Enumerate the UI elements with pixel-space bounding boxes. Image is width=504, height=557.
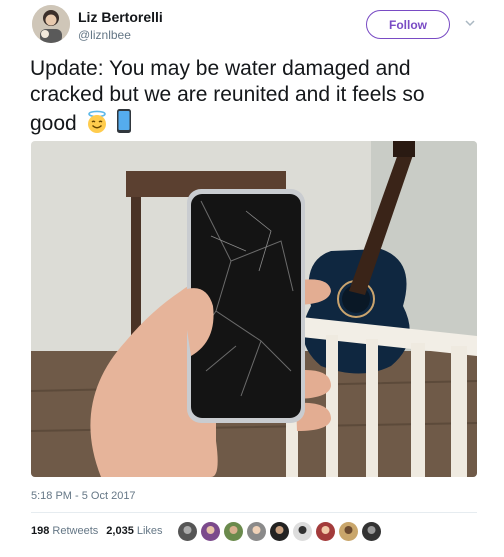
user-handle[interactable]: @liznlbee [78, 28, 131, 42]
follow-button[interactable]: Follow [366, 10, 450, 39]
liker-avatar[interactable] [178, 522, 197, 541]
likes-stat[interactable]: 2,035 Likes [106, 525, 162, 537]
liker-avatar[interactable] [362, 522, 381, 541]
liker-avatar[interactable] [247, 522, 266, 541]
divider [31, 512, 477, 513]
chevron-down-icon[interactable] [463, 16, 477, 30]
mobile-phone-emoji-icon [116, 108, 132, 141]
liker-avatar[interactable] [293, 522, 312, 541]
smiling-halo-emoji-icon [85, 110, 109, 141]
liker-avatars [178, 522, 381, 541]
likes-label: Likes [136, 525, 163, 537]
retweets-label: Retweets [52, 525, 99, 537]
tweet-header: Liz Bertorelli @liznlbee Follow [0, 0, 504, 52]
tweet-stats: 198 Retweets 2,035 Likes [31, 525, 163, 537]
tweet-timestamp[interactable]: 5:18 PM - 5 Oct 2017 [31, 490, 136, 502]
display-name[interactable]: Liz Bertorelli [78, 9, 163, 25]
likes-count: 2,035 [106, 525, 134, 537]
liker-avatar[interactable] [316, 522, 335, 541]
avatar[interactable] [32, 5, 70, 43]
tweet-text: Update: You may be water damaged and cra… [30, 56, 470, 141]
liker-avatar[interactable] [201, 522, 220, 541]
liker-avatar[interactable] [224, 522, 243, 541]
liker-avatar[interactable] [339, 522, 358, 541]
retweets-count: 198 [31, 525, 50, 537]
tweet-photo[interactable] [31, 141, 477, 477]
liker-avatar[interactable] [270, 522, 289, 541]
retweets-stat[interactable]: 198 Retweets [31, 525, 98, 537]
